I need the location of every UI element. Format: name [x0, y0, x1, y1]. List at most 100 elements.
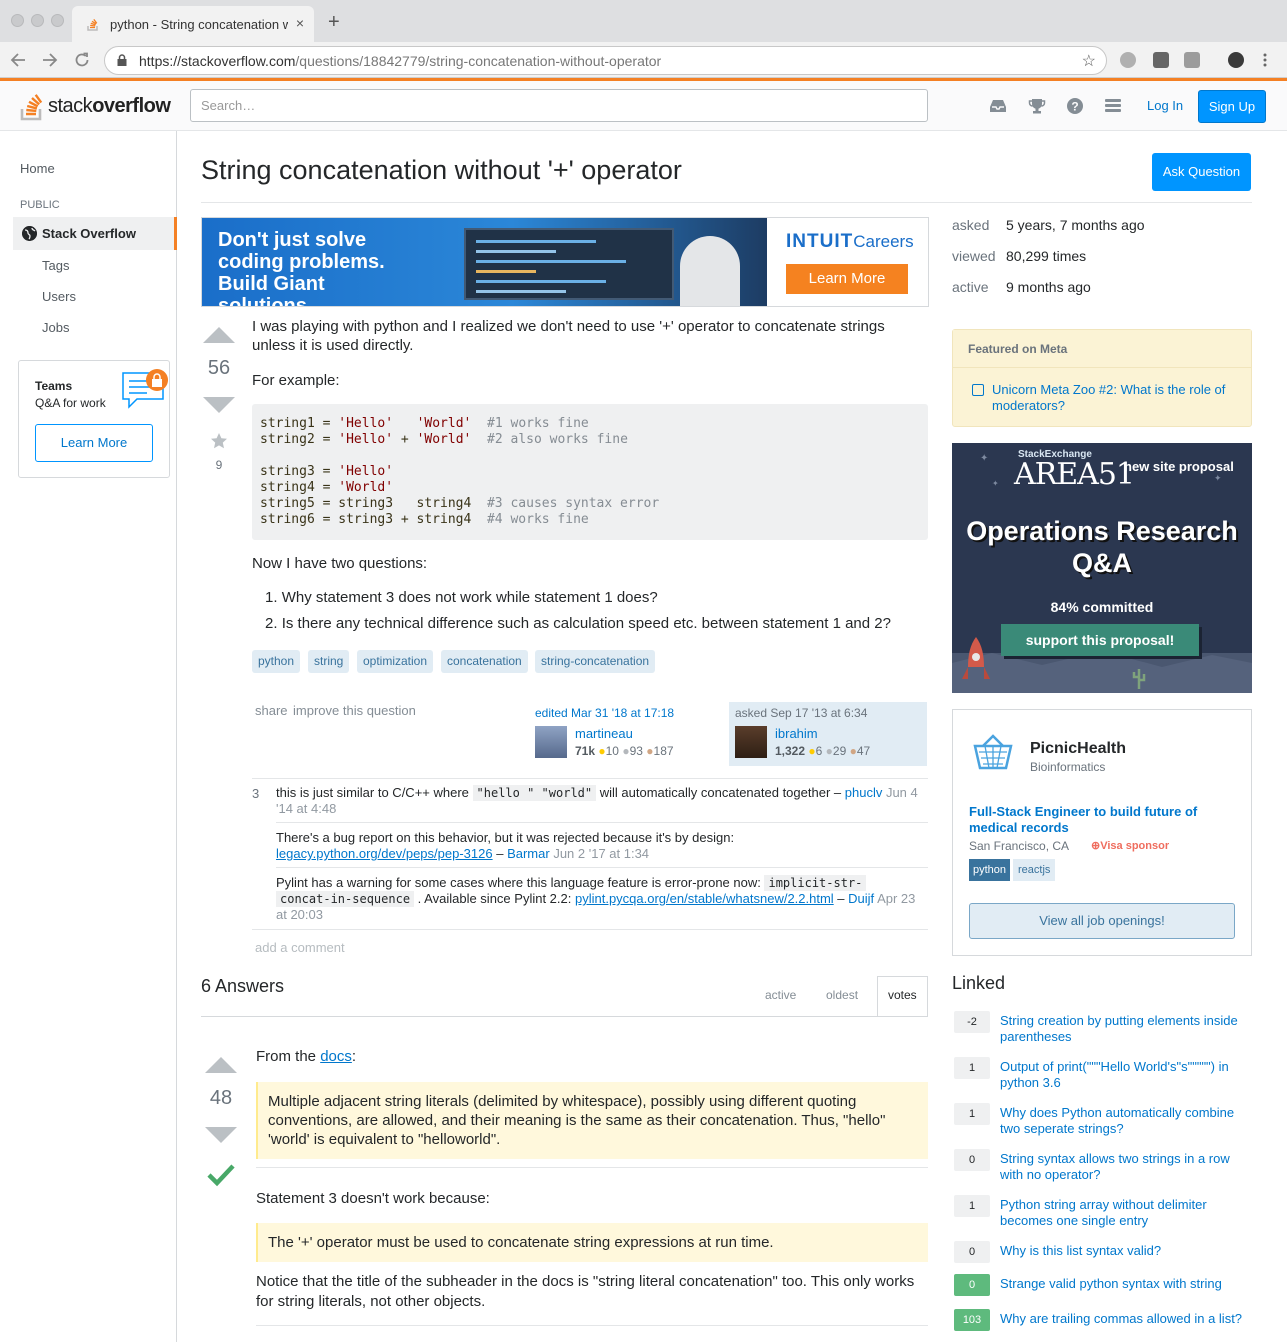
tab-votes[interactable]: votes	[888, 988, 917, 1002]
linked-question-link[interactable]: Strange valid python syntax with string	[1000, 1276, 1245, 1292]
nav-stackoverflow[interactable]: Stack Overflow	[13, 217, 177, 250]
inbox-icon[interactable]	[989, 97, 1007, 115]
tag-concatenation[interactable]: concatenation	[441, 650, 528, 673]
answer-upvote-icon[interactable]	[205, 1057, 237, 1073]
back-icon[interactable]	[10, 52, 26, 68]
stat-asked-label: asked	[952, 217, 990, 233]
area51-landscape	[952, 651, 1252, 693]
site-header: stackoverflow Search… ? Log In Sign Up	[0, 78, 1287, 131]
job-tag-python[interactable]: python	[969, 859, 1011, 881]
linked-question-link[interactable]: String syntax allows two strings in a ro…	[1000, 1151, 1245, 1183]
forward-icon[interactable]	[42, 52, 58, 68]
star-icon: ✦	[992, 479, 999, 488]
editor-avatar[interactable]	[535, 726, 567, 758]
help-icon[interactable]: ?	[1066, 97, 1084, 115]
add-comment-link[interactable]: add a comment	[255, 940, 345, 955]
linked-score: 103	[954, 1309, 990, 1331]
tag-optimization[interactable]: optimization	[357, 650, 434, 673]
ad-learn-more-button[interactable]: Learn More	[786, 264, 908, 294]
tag-python[interactable]: python	[252, 650, 301, 673]
linked-question-link[interactable]: Why are trailing commas allowed in a lis…	[1000, 1311, 1245, 1327]
docs-link[interactable]: docs	[320, 1048, 352, 1065]
meta-item-link[interactable]: Unicorn Meta Zoo #2: What is the role of…	[992, 382, 1242, 414]
comment-1: this is just similar to C/C++ where "hel…	[276, 785, 918, 816]
window-minimize-dot[interactable]	[31, 14, 44, 27]
job-company: PicnicHealth	[1030, 740, 1127, 757]
asker-name[interactable]: ibrahim	[775, 726, 818, 741]
comment-2-user[interactable]: Barmar	[507, 846, 550, 861]
linked-question-link[interactable]: String creation by putting elements insi…	[1000, 1013, 1245, 1045]
tab-active[interactable]: active	[765, 988, 796, 1002]
linked-question-link[interactable]: Why is this list syntax valid?	[1000, 1243, 1245, 1259]
question-downvote-icon[interactable]	[203, 397, 235, 413]
profile-avatar[interactable]	[1228, 52, 1244, 68]
answer-vote-count: 48	[209, 1087, 233, 1109]
comment-3-link[interactable]: pylint.pycqa.org/en/stable/whatsnew/2.2.…	[575, 891, 834, 906]
login-link[interactable]: Log In	[1147, 98, 1183, 113]
question-title[interactable]: String concatenation without '+' operato…	[201, 155, 682, 186]
window-zoom-dot[interactable]	[51, 14, 64, 27]
reload-icon[interactable]	[74, 52, 90, 68]
signup-button[interactable]: Sign Up	[1198, 90, 1266, 123]
improve-question-link[interactable]: improve this question	[293, 703, 416, 718]
view-all-jobs-button[interactable]: View all job openings!	[969, 903, 1235, 939]
asker-avatar[interactable]	[735, 726, 767, 758]
tab-close-icon[interactable]: ×	[296, 15, 304, 31]
comment-3-user[interactable]: Duijf	[848, 891, 874, 906]
stat-viewed-label: viewed	[952, 248, 996, 264]
linked-question-link[interactable]: Python string array without delimiter be…	[1000, 1197, 1245, 1229]
site-switcher-icon[interactable]	[1104, 97, 1122, 115]
browser-tab-bar: python - String concatenation without '+…	[0, 0, 1287, 42]
tab-oldest[interactable]: oldest	[826, 988, 858, 1002]
bookmark-star-icon[interactable]: ☆	[1082, 51, 1096, 71]
tag-string[interactable]: string	[308, 650, 350, 673]
question-body-p3: Now I have two questions:	[252, 555, 428, 572]
favorite-count: 9	[215, 458, 223, 472]
area51-ad[interactable]: ✦ ✦ ✦ StackExchange AREA51 new site prop…	[952, 443, 1252, 693]
browser-tab[interactable]: python - String concatenation without '+…	[72, 6, 314, 42]
edited-time-link[interactable]: edited Mar 31 '18 at 17:18	[535, 706, 674, 720]
linked-question-link[interactable]: Why does Python automatically combine tw…	[1000, 1105, 1245, 1137]
ask-question-button[interactable]: Ask Question	[1152, 153, 1251, 191]
nav-home[interactable]: Home	[20, 161, 55, 176]
achievements-trophy-icon[interactable]	[1028, 97, 1046, 115]
question-upvote-icon[interactable]	[203, 327, 235, 343]
share-link[interactable]: share	[255, 703, 288, 718]
star-icon: ✦	[980, 453, 989, 464]
comment-2-link[interactable]: legacy.python.org/dev/peps/pep-3126	[276, 846, 493, 861]
tag-string-concatenation[interactable]: string-concatenation	[535, 650, 656, 673]
stat-viewed-value: 80,299 times	[1006, 248, 1087, 264]
editor-name[interactable]: martineau	[575, 726, 633, 741]
question-body-p2: For example:	[252, 372, 340, 389]
answer-blockquote-2: The '+' operator must be used to concate…	[256, 1223, 928, 1262]
linked-question-link[interactable]: Output of print("""Hello World's"s""""")…	[1000, 1059, 1245, 1091]
job-location: San Francisco, CA	[969, 839, 1070, 853]
nav-tags[interactable]: Tags	[42, 258, 69, 273]
answer-divider	[256, 1325, 928, 1326]
menu-dots-icon[interactable]	[1262, 52, 1268, 68]
asker-signature: asked Sep 17 '13 at 6:34 ibrahim 1,322 ●…	[729, 702, 927, 766]
address-bar[interactable]: https://stackoverflow.com/questions/1884…	[104, 46, 1107, 75]
nav-jobs[interactable]: Jobs	[42, 320, 69, 335]
window-close-dot[interactable]	[11, 14, 24, 27]
job-title-link[interactable]: Full-Stack Engineer to build future of m…	[969, 804, 1229, 836]
area51-support-button[interactable]: support this proposal!	[1001, 624, 1199, 656]
job-visa: ⊕Visa sponsor	[1091, 840, 1170, 852]
answer-downvote-icon[interactable]	[205, 1127, 237, 1143]
cast-extension-icon[interactable]	[1184, 52, 1200, 68]
teams-learn-more-button[interactable]: Learn More	[35, 424, 153, 462]
job-tag-reactjs[interactable]: reactjs	[1013, 859, 1056, 881]
favorite-star-icon[interactable]	[210, 432, 228, 450]
answer-blockquote-1: Multiple adjacent string literals (delim…	[256, 1082, 928, 1159]
shield-extension-icon[interactable]	[1153, 52, 1169, 68]
answers-count: 6 Answers	[201, 976, 285, 996]
new-tab-icon[interactable]: +	[328, 11, 340, 34]
intuit-ad-banner[interactable]: Don't just solve coding problems. Build …	[201, 217, 929, 307]
ad-person-image	[680, 236, 740, 306]
cloud-extension-icon[interactable]	[1120, 52, 1136, 68]
search-input[interactable]: Search…	[190, 89, 928, 122]
nav-users[interactable]: Users	[42, 289, 76, 304]
linked-score: 0	[954, 1149, 990, 1171]
linked-score: -2	[954, 1011, 990, 1033]
comment-1-user[interactable]: phuclv	[845, 785, 883, 800]
